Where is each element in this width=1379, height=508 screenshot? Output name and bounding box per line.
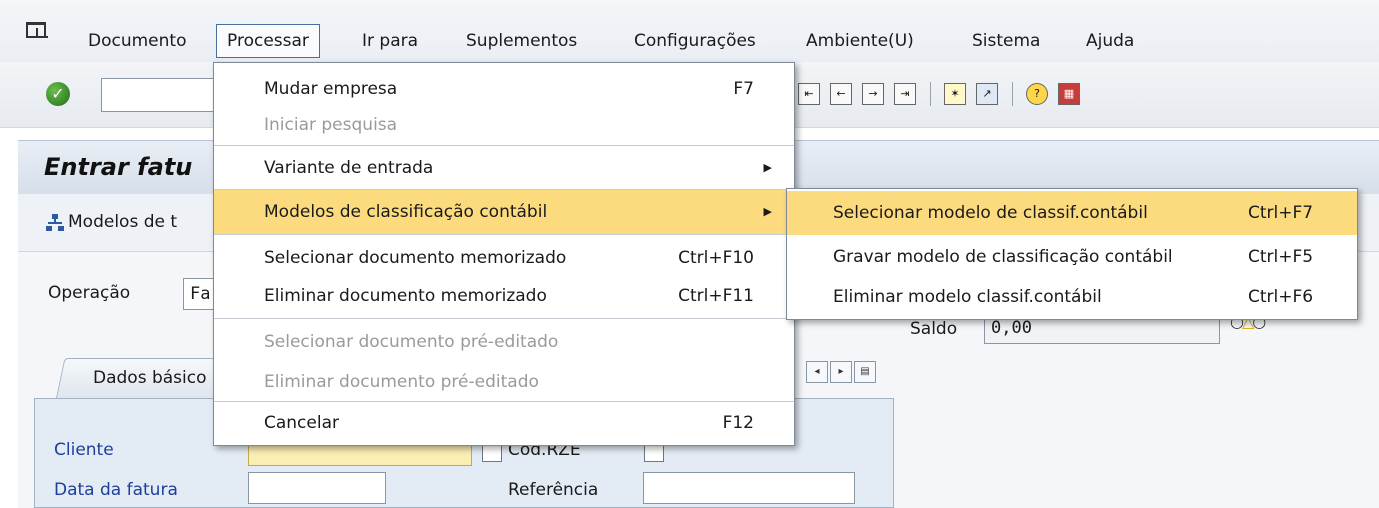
layout-icon[interactable]: ▦ xyxy=(1058,83,1080,105)
submenu-item-label: Eliminar modelo classif.contábil xyxy=(833,287,1102,307)
menu-item-label: Cancelar xyxy=(264,413,339,433)
first-page-icon[interactable]: ⇤ xyxy=(798,83,820,105)
menu-item-label: Eliminar documento pré-editado xyxy=(264,372,539,392)
menu-processar[interactable]: Processar xyxy=(216,24,320,58)
menu-item-eliminar-pre-editado: Eliminar documento pré-editado xyxy=(214,360,794,404)
menu-item-label: Variante de entrada xyxy=(264,158,434,178)
tab-list-icon[interactable]: ▤ xyxy=(854,361,876,383)
submenu-item-shortcut: Ctrl+F5 xyxy=(1248,247,1314,267)
menu-item-shortcut: Ctrl+F11 xyxy=(678,286,754,306)
menu-item-iniciar-pesquisa: Iniciar pesquisa xyxy=(214,103,794,147)
menu-item-variante-entrada[interactable]: Variante de entrada ▶ xyxy=(214,146,794,190)
menu-item-label: Iniciar pesquisa xyxy=(264,115,398,135)
create-session-icon[interactable]: ✶ xyxy=(944,83,966,105)
toolbar-separator xyxy=(1012,82,1013,106)
enter-icon[interactable]: ✓ xyxy=(46,82,70,106)
submenu-item-selecionar-modelo[interactable]: Selecionar modelo de classif.contábil Ct… xyxy=(787,191,1357,235)
toolbar-separator xyxy=(930,82,931,106)
menu-item-shortcut: F12 xyxy=(722,413,754,433)
next-page-icon[interactable]: → xyxy=(862,83,884,105)
system-menu-icon[interactable] xyxy=(26,22,48,38)
command-field[interactable] xyxy=(101,78,221,112)
menu-item-label: Modelos de classificação contábil xyxy=(264,202,548,222)
menu-sistema[interactable]: Sistema xyxy=(972,26,1040,56)
submenu-item-label: Selecionar modelo de classif.contábil xyxy=(833,203,1148,223)
menu-item-cancelar[interactable]: Cancelar F12 xyxy=(214,401,794,445)
menu-bar: Documento Processar Ir para Suplementos … xyxy=(0,0,1379,62)
prev-page-icon[interactable]: ← xyxy=(830,83,852,105)
menu-ajuda[interactable]: Ajuda xyxy=(1086,26,1134,56)
menu-item-label: Eliminar documento memorizado xyxy=(264,286,547,306)
menu-separator xyxy=(214,234,794,235)
menu-item-eliminar-memorizado[interactable]: Eliminar documento memorizado Ctrl+F11 xyxy=(214,274,794,318)
referencia-field[interactable] xyxy=(643,472,855,504)
submenu-arrow-icon: ▶ xyxy=(763,161,772,174)
submenu-item-eliminar-modelo[interactable]: Eliminar modelo classif.contábil Ctrl+F6 xyxy=(787,275,1357,319)
saldo-label: Saldo xyxy=(910,319,958,339)
modelos-submenu: Selecionar modelo de classif.contábil Ct… xyxy=(786,188,1358,320)
submenu-item-shortcut: Ctrl+F6 xyxy=(1248,287,1314,307)
submenu-item-shortcut: Ctrl+F7 xyxy=(1248,203,1314,223)
tab-dados-basicos[interactable]: Dados básico xyxy=(93,368,207,388)
menu-ir-para[interactable]: Ir para xyxy=(362,26,418,56)
tab-prev-icon[interactable]: ◂ xyxy=(806,361,828,383)
submenu-item-label: Gravar modelo de classificação contábil xyxy=(833,247,1173,267)
menu-item-modelos-classificacao[interactable]: Modelos de classificação contábil ▶ xyxy=(214,190,794,234)
menu-separator xyxy=(214,318,794,319)
menu-item-label: Selecionar documento pré-editado xyxy=(264,332,559,352)
menu-configuracoes[interactable]: Configurações xyxy=(634,26,756,56)
tab-next-icon[interactable]: ▸ xyxy=(830,361,852,383)
cliente-label: Cliente xyxy=(54,440,114,460)
page-title: Entrar fatu xyxy=(44,153,193,181)
menu-documento[interactable]: Documento xyxy=(88,26,186,56)
referencia-label: Referência xyxy=(508,480,599,500)
hierarchy-icon[interactable] xyxy=(46,214,64,232)
last-page-icon[interactable]: ⇥ xyxy=(894,83,916,105)
data-fatura-field[interactable] xyxy=(248,472,386,504)
processar-dropdown: Mudar empresa F7 Iniciar pesquisa Varian… xyxy=(213,62,795,446)
submenu-item-gravar-modelo[interactable]: Gravar modelo de classificação contábil … xyxy=(787,235,1357,279)
menu-suplementos[interactable]: Suplementos xyxy=(466,26,577,56)
menu-ambiente[interactable]: Ambiente(U) xyxy=(806,26,914,56)
shortcut-icon[interactable]: ↗ xyxy=(976,83,998,105)
submenu-arrow-icon: ▶ xyxy=(763,205,772,218)
modelos-button[interactable]: Modelos de t xyxy=(68,212,177,232)
data-fatura-label: Data da fatura xyxy=(54,480,178,500)
help-icon[interactable]: ? xyxy=(1026,83,1048,105)
operacao-label: Operação xyxy=(48,283,131,303)
menu-item-selecionar-pre-editado: Selecionar documento pré-editado xyxy=(214,320,794,364)
